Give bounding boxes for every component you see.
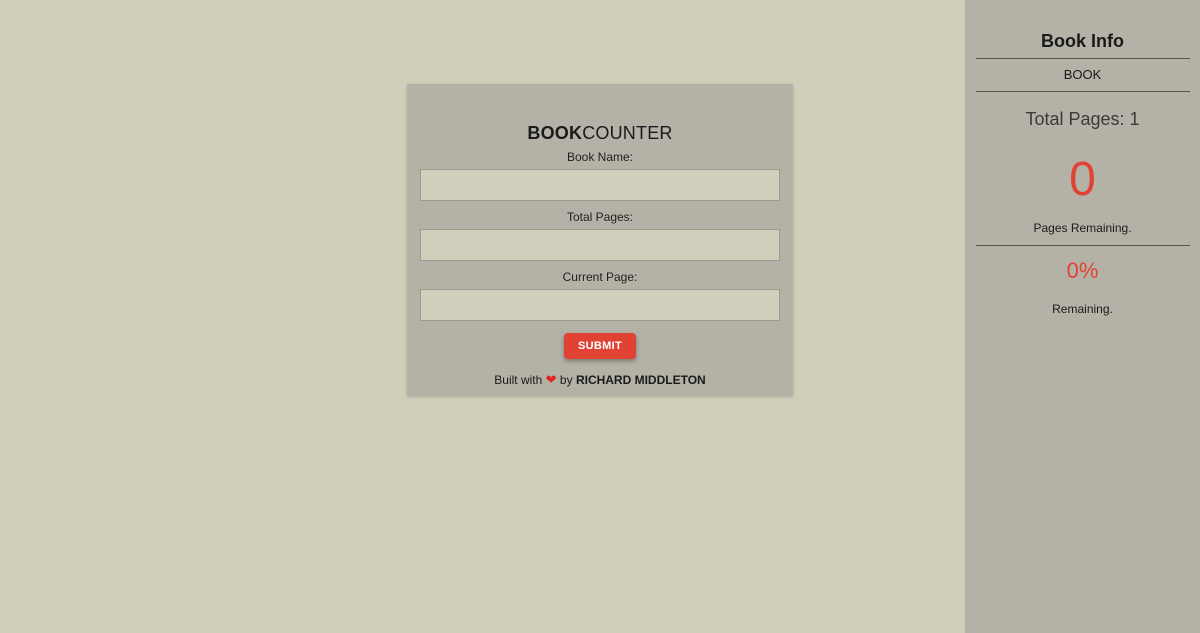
app-page: BOOKCOUNTER Book Name: Total Pages: Curr…	[0, 0, 1200, 633]
divider	[975, 245, 1190, 246]
divider	[975, 91, 1190, 92]
pages-remaining-label: Pages Remaining.	[1033, 221, 1132, 235]
book-counter-form: BOOKCOUNTER Book Name: Total Pages: Curr…	[407, 84, 793, 396]
pages-remaining-count: 0	[1069, 153, 1096, 206]
credit-author-link[interactable]: RICHARD MIDDLETON	[576, 373, 706, 387]
credit-line: Built with ❤ by RICHARD MIDDLETON	[407, 372, 793, 388]
credit-by: by	[559, 373, 573, 387]
current-page-input[interactable]	[420, 289, 780, 321]
heart-icon: ❤	[545, 372, 557, 387]
current-page-label: Current Page:	[562, 270, 638, 284]
credit-prefix: Built with	[494, 373, 543, 387]
sidebar-title: Book Info	[1041, 31, 1124, 51]
book-name-input[interactable]	[420, 169, 780, 201]
total-pages-input[interactable]	[420, 229, 780, 261]
main-area: BOOKCOUNTER Book Name: Total Pages: Curr…	[0, 0, 965, 633]
book-name-display: BOOK	[1063, 67, 1102, 82]
logo-bold-text: BOOK	[527, 123, 583, 143]
percent-remaining: 0%	[1066, 258, 1099, 283]
total-pages-label: Total Pages:	[566, 210, 634, 224]
percent-remaining-label: Remaining.	[1052, 302, 1113, 316]
app-logo: BOOKCOUNTER	[407, 122, 793, 144]
total-pages-display: Total Pages: 1	[1025, 109, 1140, 129]
logo-light-text: COUNTER	[582, 123, 673, 143]
book-name-label: Book Name:	[566, 150, 634, 164]
book-info-sidebar: Book Info BOOK Total Pages: 1 0 Pages Re…	[965, 0, 1200, 633]
submit-button[interactable]: SUBMIT	[564, 333, 636, 359]
